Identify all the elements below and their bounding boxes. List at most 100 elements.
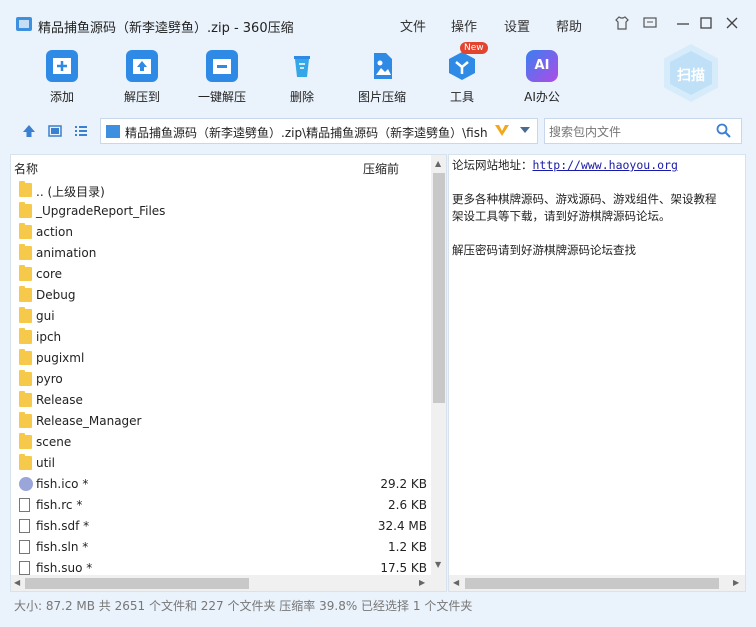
list-item[interactable]: fish.sdf * 32.4 MB (11, 516, 431, 537)
new-badge: New (460, 42, 488, 54)
folder-icon (19, 412, 32, 428)
image-compress-button[interactable]: 图片压缩 (342, 50, 422, 105)
list-item[interactable]: util (11, 453, 431, 474)
list-item-name: .. (上级目录) (36, 185, 105, 199)
extract-to-button[interactable]: 解压到 (102, 50, 182, 105)
file-icon (19, 561, 30, 575)
list-item-name: fish.sln * (36, 540, 89, 554)
app-window: 精品捕鱼源码（新李逵劈鱼）.zip - 360压缩 文件 操作 设置 帮助 添加 (0, 0, 756, 627)
list-item[interactable]: Debug (11, 285, 431, 306)
list-item[interactable]: Release_Manager (11, 411, 431, 432)
list-horizontal-scrollbar[interactable]: ◀ ▶ (11, 575, 431, 591)
list-item-name: fish.suo * (36, 561, 93, 575)
comment-line3: 架设工具等下载，请到好游棋牌源码论坛。 (452, 209, 671, 223)
list-item-name: scene (36, 435, 72, 449)
window-title: 精品捕鱼源码（新李逵劈鱼）.zip - 360压缩 (38, 21, 294, 36)
scroll-left-arrow-icon[interactable]: ◀ (14, 578, 20, 587)
file-icon (19, 498, 30, 512)
list-item[interactable]: gui (11, 306, 431, 327)
list-item-name: Release_Manager (36, 414, 142, 428)
list-item-name: fish.rc * (36, 498, 83, 512)
list-item[interactable]: action (11, 222, 431, 243)
up-arrow-icon[interactable] (22, 124, 36, 138)
scan-button[interactable]: 扫描 (664, 44, 722, 108)
tools-button[interactable]: 工具 (422, 50, 502, 105)
file-icon (19, 540, 30, 554)
forum-link[interactable]: http://www.haoyou.org (533, 158, 678, 172)
list-item[interactable]: animation (11, 243, 431, 264)
scroll-right-arrow-icon[interactable]: ▶ (419, 578, 425, 587)
folder-icon (19, 349, 32, 365)
list-view-icon[interactable] (74, 124, 88, 138)
comment-scroll-left-arrow-icon[interactable]: ◀ (453, 578, 459, 587)
list-item[interactable]: fish.ico * 29.2 KB (11, 474, 431, 495)
folder-icon (19, 454, 32, 470)
minimize-icon[interactable] (676, 16, 690, 30)
list-item[interactable]: .. (上级目录) (11, 180, 431, 201)
close-icon[interactable] (725, 16, 739, 30)
ai-office-label: AI办公 (524, 90, 560, 104)
list-item[interactable]: ipch (11, 327, 431, 348)
list-item-name: gui (36, 309, 55, 323)
add-icon (46, 50, 78, 82)
list-item[interactable]: fish.sln * 1.2 KB (11, 537, 431, 558)
search-input[interactable] (547, 121, 711, 143)
ai-icon-text: AI (534, 58, 550, 73)
list-item-name: ipch (36, 330, 62, 344)
list-vertical-scrollbar[interactable]: ▲ ▼ (431, 155, 446, 575)
list-vertical-scroll-thumb[interactable] (433, 173, 445, 403)
toolbar: 添加 解压到 一键解压 删除 图片压缩 工具 AI AI办公 New 扫描 (0, 40, 756, 112)
address-row: 精品捕鱼源码（新李逵劈鱼）.zip\精品捕鱼源码（新李逵劈鱼）\fish (0, 116, 756, 146)
add-button[interactable]: 添加 (22, 50, 102, 105)
list-item[interactable]: Release (11, 390, 431, 411)
vip-v-icon[interactable] (494, 122, 510, 142)
comment-scroll-right-arrow-icon[interactable]: ▶ (733, 578, 739, 587)
ai-office-button[interactable]: AI AI办公 (502, 50, 582, 105)
comment-line4: 解压密码请到好游棋牌源码论坛查找 (452, 243, 636, 257)
list-item[interactable]: scene (11, 432, 431, 453)
folder-icon (19, 244, 32, 260)
menu-file[interactable]: 文件 (400, 16, 426, 35)
list-item-size: 17.5 KB (380, 561, 427, 575)
list-item-name: core (36, 267, 62, 281)
comment-horizontal-scroll-thumb[interactable] (465, 578, 719, 589)
list-item[interactable]: _UpgradeReport_Files (11, 201, 431, 222)
col-size-header[interactable]: 压缩前 (363, 160, 399, 177)
file-icon (19, 519, 30, 533)
tools-label: 工具 (449, 90, 474, 104)
folder-icon (19, 328, 32, 344)
folder-icon (19, 433, 32, 449)
list-item[interactable]: pyro (11, 369, 431, 390)
scan-label: 扫描 (677, 68, 705, 84)
menu-operation[interactable]: 操作 (451, 16, 477, 35)
image-compress-label: 图片压缩 (357, 90, 406, 104)
comment-line2: 更多各种棋牌源码、游戏源码、游戏组件、架设教程 (452, 192, 717, 206)
scroll-up-arrow-icon[interactable]: ▲ (435, 159, 441, 168)
comment-horizontal-scrollbar[interactable]: ◀ ▶ (449, 575, 745, 591)
one-click-extract-button[interactable]: 一键解压 (182, 50, 262, 105)
image-compress-icon (366, 50, 398, 82)
comment-text: 论坛网站地址：http://www.haoyou.org 更多各种棋牌源码、游戏… (452, 157, 744, 259)
list-item-name: Debug (36, 288, 76, 302)
list-item[interactable]: core (11, 264, 431, 285)
list-item[interactable]: pugixml (11, 348, 431, 369)
col-name-header[interactable]: 名称 (14, 160, 38, 177)
scroll-down-arrow-icon[interactable]: ▼ (435, 560, 441, 569)
folder-icon (19, 265, 32, 281)
skin-shirt-icon[interactable] (615, 16, 629, 30)
thumbnail-view-icon[interactable] (48, 124, 62, 138)
scroll-corner (431, 575, 446, 591)
search-icon[interactable] (716, 123, 731, 142)
list-horizontal-scroll-thumb[interactable] (25, 578, 249, 589)
delete-button[interactable]: 删除 (262, 50, 342, 105)
folder-icon (19, 370, 32, 386)
menu-help[interactable]: 帮助 (556, 16, 582, 35)
maximize-icon[interactable] (699, 16, 713, 30)
path-bar[interactable]: 精品捕鱼源码（新李逵劈鱼）.zip\精品捕鱼源码（新李逵劈鱼）\fish (100, 118, 538, 144)
path-dropdown-icon[interactable] (519, 124, 531, 139)
file-list-pane: 名称 压缩前 .. (上级目录) _UpgradeReport_Files acti… (10, 154, 447, 592)
list-item[interactable]: fish.rc * 2.6 KB (11, 495, 431, 516)
menu-settings[interactable]: 设置 (504, 16, 530, 35)
list-item-name: pyro (36, 372, 63, 386)
feedback-icon[interactable] (643, 16, 657, 30)
